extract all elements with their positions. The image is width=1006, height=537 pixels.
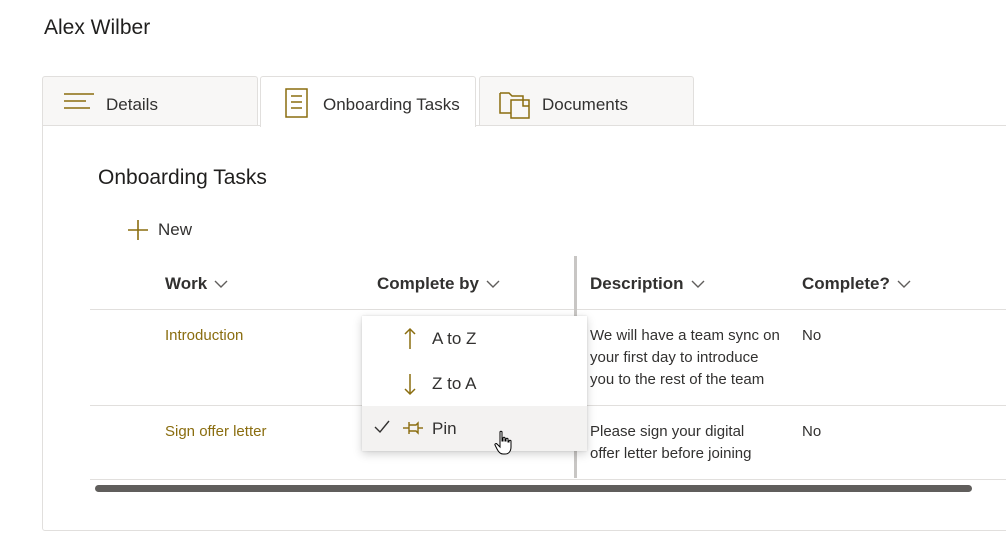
description-line: your first day to introduce: [590, 349, 759, 366]
work-link[interactable]: Sign offer letter: [165, 421, 266, 443]
menu-item-sort-a-to-z[interactable]: A to Z: [362, 316, 587, 361]
complete-cell: No: [802, 327, 822, 344]
description-line: Please sign your digital: [590, 423, 745, 440]
list-title: Onboarding Tasks: [98, 166, 267, 189]
column-header-work[interactable]: Work: [165, 273, 228, 295]
tab-documents[interactable]: Documents: [479, 76, 694, 126]
arrow-up-icon: [404, 327, 416, 349]
pin-icon: [403, 421, 423, 435]
menu-item-sort-z-to-a[interactable]: Z to A: [362, 361, 587, 406]
description-line: We will have a team sync on: [590, 327, 780, 344]
column-header-description[interactable]: Description: [590, 273, 705, 295]
work-link[interactable]: Introduction: [165, 325, 243, 347]
tab-details[interactable]: Details: [42, 76, 258, 126]
chevron-down-icon: [691, 280, 705, 288]
checkmark-icon: [374, 420, 390, 434]
description-cell: We will have a team sync on your first d…: [590, 325, 790, 391]
menu-item-label: Z to A: [432, 374, 477, 393]
column-header-complete-label: Complete?: [802, 274, 890, 293]
new-item-label: New: [158, 220, 193, 239]
complete-cell: No: [802, 423, 822, 440]
plus-icon: [128, 220, 148, 240]
person-name: Alex Wilber: [44, 16, 151, 39]
menu-item-pin[interactable]: Pin: [362, 406, 587, 451]
documents-folder-icon: [499, 92, 530, 119]
column-header-description-label: Description: [590, 274, 684, 293]
description-cell: Please sign your digital offer letter be…: [590, 421, 790, 465]
horizontal-scrollbar[interactable]: [95, 485, 972, 492]
menu-item-label: A to Z: [432, 329, 477, 348]
new-item-button[interactable]: New: [126, 216, 192, 244]
grid-header: Work Complete by Description Complete?: [90, 256, 1006, 310]
details-lines-icon: [64, 93, 94, 109]
column-context-menu: A to Z Z to A Pin: [362, 316, 587, 451]
column-header-complete-by[interactable]: Complete by: [377, 273, 500, 295]
tab-documents-label: Documents: [542, 95, 628, 114]
arrow-down-icon: [404, 374, 416, 396]
chevron-down-icon: [486, 280, 500, 288]
description-line: offer letter before joining: [590, 445, 752, 462]
menu-item-label: Pin: [432, 419, 457, 438]
chevron-down-icon: [214, 280, 228, 288]
column-header-complete[interactable]: Complete?: [802, 273, 911, 295]
chevron-down-icon: [897, 280, 911, 288]
tab-onboarding-tasks-label: Onboarding Tasks: [323, 95, 460, 114]
tab-details-label: Details: [106, 95, 158, 114]
column-header-work-label: Work: [165, 274, 208, 293]
hand-pointer-cursor-icon: [494, 430, 512, 455]
tab-onboarding-tasks[interactable]: Onboarding Tasks: [260, 76, 476, 127]
task-list-icon: [285, 88, 308, 118]
description-line: you to the rest of the team: [590, 371, 765, 388]
column-header-complete-by-label: Complete by: [377, 274, 480, 293]
